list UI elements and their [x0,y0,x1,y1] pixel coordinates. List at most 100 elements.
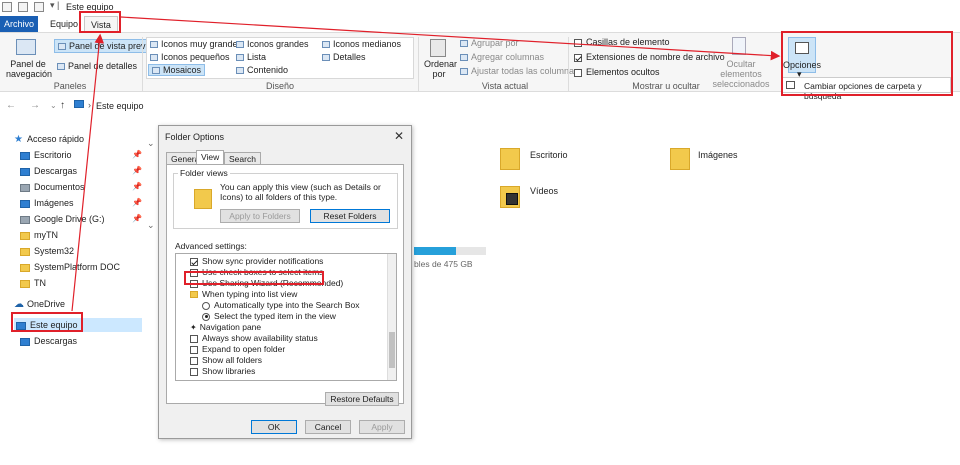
layout-small-icons[interactable]: Iconos pequeños [150,52,230,62]
address-path[interactable]: Este equipo [96,101,144,111]
group-by-icon [460,40,468,48]
layout-medium-icons[interactable]: Iconos medianos [322,39,401,49]
show-libraries-option[interactable]: Show libraries [190,366,255,376]
layout-list[interactable]: Lista [236,52,266,62]
page-icon[interactable] [34,2,44,12]
sidebar-item-downloads-pc[interactable]: Descargas [20,334,77,348]
cloud-icon: ☁ [14,299,24,310]
folder-icon [20,279,30,288]
chevron-down-icon[interactable]: ⌄ [147,138,155,149]
item-checkboxes-toggle[interactable]: Casillas de elemento [574,37,670,47]
checkbox[interactable] [190,367,198,376]
sort-by-button[interactable]: Ordenar por [424,59,457,79]
star-icon: ★ [14,134,23,145]
sidebar-item-pictures[interactable]: Imágenes [20,196,74,210]
sidebar-item-google-drive[interactable]: Google Drive (G:) [20,212,105,226]
checkbox[interactable] [190,345,198,354]
preview-pane-icon [58,43,66,51]
sidebar-item-tn[interactable]: TN [20,276,46,290]
sidebar-item-quick-access[interactable]: ★ Acceso rápido [14,132,84,146]
reset-folders-button[interactable]: Reset Folders [310,209,390,223]
extra-large-icons-icon [150,41,158,49]
navigation-pane-button[interactable]: Panel de navegación [6,59,52,79]
sidebar-item-documents[interactable]: Documentos [20,180,85,194]
type-into-search-option[interactable]: Automatically type into the Search Box [202,300,360,310]
folder-icon [194,189,212,209]
tab-view[interactable]: View [196,150,225,165]
desktop-folder-icon[interactable] [500,148,520,170]
layout-extra-large-icons[interactable]: Iconos muy grandes [150,39,242,49]
show-all-folders-option[interactable]: Show all folders [190,355,262,365]
checkbox[interactable] [190,257,198,266]
drive-usage-fill [414,247,456,255]
pin-icon: 📌 [132,198,142,207]
details-icon [322,54,330,62]
back-arrow-icon[interactable]: ← [6,100,16,111]
sidebar-item-system32[interactable]: System32 [20,244,74,258]
group-by-button[interactable]: Agrupar por [460,38,519,48]
hidden-items-checkbox[interactable] [574,68,582,77]
advanced-scrollbar[interactable] [387,254,396,380]
pictures-icon [20,199,30,208]
checkbox[interactable] [190,334,198,343]
current-view-group-label: Vista actual [481,81,529,91]
hide-selected-icon[interactable] [732,37,746,55]
select-typed-item-option[interactable]: Select the typed item in the view [202,311,336,321]
quick-access-dropdown-icon[interactable]: ▾ | [50,0,59,11]
details-pane-button[interactable]: Panel de detalles [57,61,137,71]
sidebar-item-desktop[interactable]: Escritorio [20,148,72,162]
navigation-pane-group: ✦ Navigation pane [190,322,262,332]
forward-arrow-icon[interactable]: → [30,100,40,111]
add-columns-button[interactable]: Agregar columnas [460,52,544,62]
file-extensions-checkbox[interactable] [574,53,582,62]
layout-tiles[interactable]: Mosaicos [148,64,206,76]
sync-notifications-option[interactable]: Show sync provider notifications [190,256,323,266]
folder-label[interactable]: Escritorio [530,150,568,160]
expand-to-open-folder-option[interactable]: Expand to open folder [190,344,285,354]
apply-button[interactable]: Apply [359,420,405,434]
radio[interactable] [202,312,210,321]
large-icons-icon [236,41,244,49]
availability-status-option[interactable]: Always show availability status [190,333,318,343]
fit-columns-button[interactable]: Ajustar todas las columnas [460,66,579,76]
folder-icon [190,291,198,299]
sidebar-item-mytn[interactable]: myTN [20,228,58,242]
sidebar-item-downloads[interactable]: Descargas [20,164,77,178]
ok-button[interactable]: OK [251,420,297,434]
hidden-items-toggle[interactable]: Elementos ocultos [574,67,660,77]
cancel-button[interactable]: Cancel [305,420,351,434]
file-extensions-toggle[interactable]: Extensiones de nombre de archivo [574,52,725,62]
folder-label[interactable]: Vídeos [530,186,558,196]
folder-views-group: Folder views You can apply this view (su… [173,168,398,229]
chevron-down-icon[interactable]: ⌄ [147,220,155,231]
hide-selected-button[interactable]: Ocultar elementos seleccionados [706,59,776,89]
download-icon [20,167,30,176]
navigation-pane-icon[interactable] [16,39,36,55]
layout-details[interactable]: Detalles [322,52,366,62]
sort-icon[interactable] [430,39,446,57]
item-checkboxes-checkbox[interactable] [574,38,582,47]
close-icon[interactable]: ✕ [394,129,404,143]
restore-defaults-button[interactable]: Restore Defaults [325,392,399,406]
sidebar-item-onedrive[interactable]: ☁ OneDrive [14,297,65,311]
scroll-thumb[interactable] [389,332,395,368]
layout-content[interactable]: Contenido [236,65,288,75]
folder-icon [20,247,30,256]
up-arrow-icon[interactable]: ↑ [60,100,65,111]
checkmark-icon[interactable] [18,2,28,12]
videos-folder-icon[interactable] [500,186,520,208]
title-bar: ▾ | Este equipo [0,0,960,14]
apply-to-folders-button[interactable]: Apply to Folders [220,209,300,223]
checkbox[interactable] [190,356,198,365]
dialog-title: Folder Options [165,132,225,142]
radio[interactable] [202,301,210,310]
show-hide-group-label: Mostrar u ocultar [632,81,700,91]
pictures-folder-icon[interactable] [670,148,690,170]
sidebar-item-systemplatform-doc[interactable]: SystemPlatform DOC [20,260,120,274]
recent-chevron-icon[interactable]: ⌄ [50,101,57,110]
folder-label[interactable]: Imágenes [698,150,738,160]
list-icon [236,54,244,62]
add-columns-icon [460,54,468,62]
layout-large-icons[interactable]: Iconos grandes [236,39,309,49]
tab-archivo[interactable]: Archivo [0,16,38,32]
